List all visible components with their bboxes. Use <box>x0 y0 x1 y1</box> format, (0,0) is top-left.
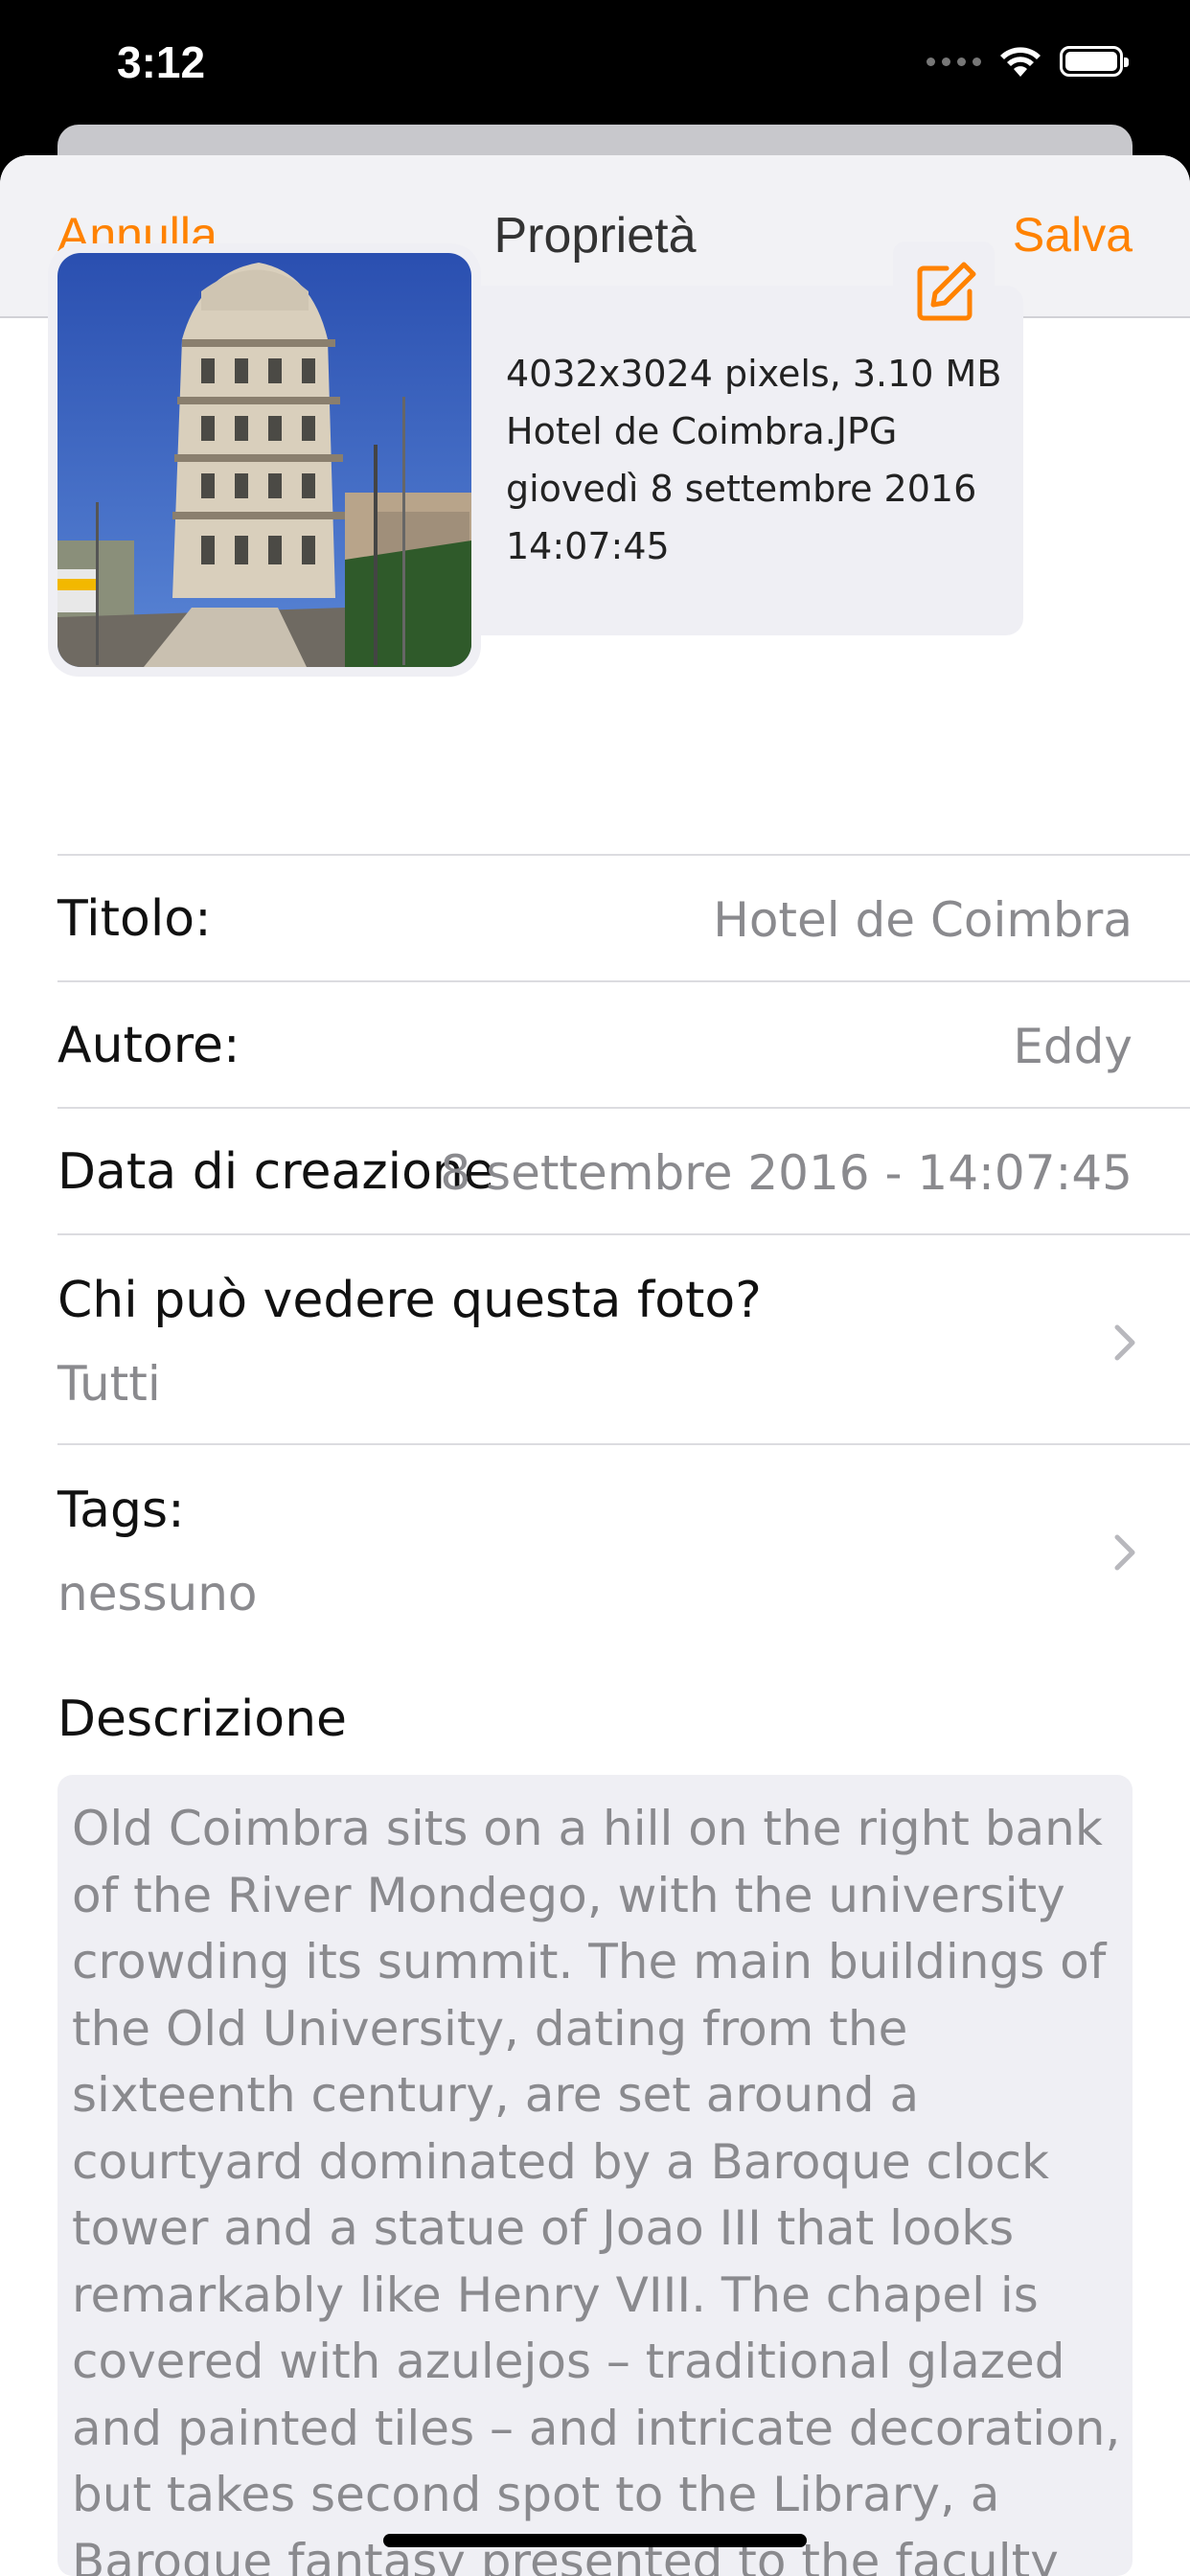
chevron-right-icon <box>1114 1324 1135 1361</box>
photo-filename: Hotel de Coimbra.JPG <box>506 410 898 452</box>
visibility-label: Chi può vedere questa foto? <box>57 1272 762 1329</box>
cellular-signal-icon <box>927 57 981 66</box>
visibility-row[interactable]: Chi può vedere questa foto? Tutti <box>57 1233 1190 1444</box>
wifi-icon <box>1000 47 1041 77</box>
creation-date-label: Data di creazione <box>57 1143 494 1201</box>
photo-date: giovedì 8 settembre 2016 <box>506 468 977 510</box>
author-row[interactable]: Autore: Eddy <box>57 980 1190 1107</box>
tags-value: nessuno <box>57 1566 258 1622</box>
title-value[interactable]: Hotel de Coimbra <box>713 892 1133 948</box>
edit-photo-button[interactable] <box>893 242 995 343</box>
author-label: Autore: <box>57 1017 240 1074</box>
photo-dimensions-size: 4032x3024 pixels, 3.10 MB <box>506 353 1002 395</box>
photo-time: 14:07:45 <box>506 525 670 567</box>
description-text: Old Coimbra sits on a hill on the right … <box>72 1801 1121 2576</box>
photo-thumbnail[interactable] <box>57 253 471 667</box>
edit-icon <box>917 262 976 321</box>
visibility-value: Tutti <box>57 1356 161 1412</box>
title-row[interactable]: Titolo: Hotel de Coimbra <box>57 854 1190 980</box>
status-time: 3:12 <box>117 37 206 87</box>
status-icons <box>927 42 1129 80</box>
home-indicator[interactable] <box>383 2534 807 2547</box>
author-value[interactable]: Eddy <box>1013 1019 1133 1074</box>
photo-thumbnail-frame <box>48 243 481 677</box>
creation-date-value[interactable]: 8 settembre 2016 - 14:07:45 <box>440 1145 1133 1201</box>
title-label: Titolo: <box>57 890 212 948</box>
description-label: Descrizione <box>57 1690 348 1748</box>
tags-row[interactable]: Tags: nessuno <box>57 1443 1190 1654</box>
battery-icon <box>1060 46 1129 77</box>
chevron-right-icon <box>1114 1534 1135 1571</box>
tags-label: Tags: <box>57 1482 185 1539</box>
save-button[interactable]: Salva <box>1013 207 1133 263</box>
creation-date-row[interactable]: Data di creazione 8 settembre 2016 - 14:… <box>57 1107 1190 1233</box>
description-textarea[interactable]: Old Coimbra sits on a hill on the right … <box>57 1775 1133 2576</box>
